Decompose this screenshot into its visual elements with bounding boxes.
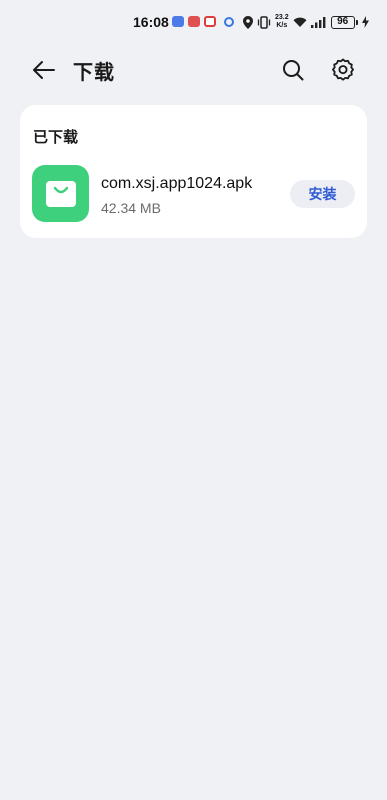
app-notification-icon [204,16,216,27]
header: 下载 [0,48,387,92]
search-icon [283,60,304,81]
install-button[interactable]: 安装 [290,180,355,208]
app-notification-icon [172,16,184,27]
downloaded-card: 已下载 com.xsj.app1024.apk 42.34 MB 安装 [20,105,367,238]
app-notification-icon [188,16,200,27]
gear-icon [332,58,354,81]
network-speed-value: 23.2 [275,14,289,21]
screen: 16:08 23.2 K/s 96 下载 已下载 com.xsj.app1024… [0,0,387,800]
status-bar: 16:08 23.2 K/s 96 [0,0,387,44]
settings-button[interactable] [326,54,360,86]
battery-icon: 96 [330,15,355,29]
vibrate-icon [257,15,271,29]
list-item[interactable]: com.xsj.app1024.apk 42.34 MB 安装 [20,165,367,223]
network-speed-unit: K/s [276,22,288,29]
system-notification-icon [224,17,234,27]
file-name: com.xsj.app1024.apk [101,175,253,192]
back-button[interactable] [28,54,60,86]
signal-icon [310,17,326,28]
page-title: 下载 [73,62,115,84]
shopping-bag-icon [45,180,76,207]
battery-cap [355,19,358,25]
arrow-left-icon [33,61,55,79]
network-speed: 23.2 K/s [275,14,289,30]
charging-icon [361,16,369,28]
notification-icons [172,16,234,27]
app-icon [32,165,89,222]
wifi-icon [293,17,307,27]
section-title: 已下载 [33,129,79,146]
status-time: 16:08 [133,14,169,30]
system-icons: 23.2 K/s 96 [243,13,369,31]
search-button[interactable] [277,54,309,86]
location-icon [243,15,253,29]
file-size: 42.34 MB [101,200,161,216]
